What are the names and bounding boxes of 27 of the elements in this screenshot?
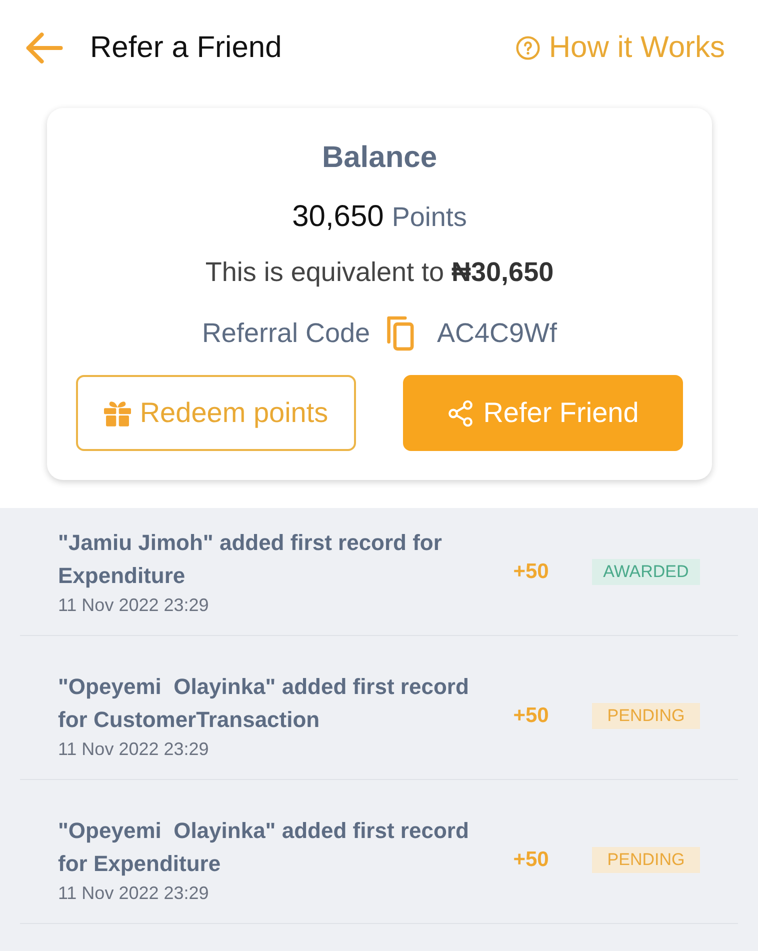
- points-earned: +50: [513, 848, 549, 872]
- status-badge: PENDING: [592, 703, 700, 729]
- equivalent-text: This is equivalent to ₦30,650: [205, 256, 554, 289]
- copy-icon[interactable]: [386, 315, 414, 351]
- points-value: 30,650: [292, 199, 384, 235]
- referral-code: AC4C9Wf: [437, 318, 558, 348]
- points-earned: +50: [513, 704, 549, 728]
- activity-description: "Jamiu Jimoh" added first record for Expenditure: [58, 529, 443, 590]
- activity-description: "Opeyemi Olayinka" added first record for Expenditure: [58, 817, 470, 878]
- refer-button[interactable]: Refer Friend: [403, 375, 683, 451]
- activity-description: "Opeyemi Olayinka" added first record for CustomerTransaction: [58, 673, 470, 734]
- gift-icon: [104, 400, 131, 426]
- how-it-works-link[interactable]: How it Works: [516, 31, 725, 65]
- status-badge: PENDING: [592, 847, 700, 873]
- activity-date: 11 Nov 2022 23:29: [58, 594, 210, 617]
- status-badge: AWARDED: [592, 559, 700, 585]
- activity-date: 11 Nov 2022 23:29: [58, 882, 210, 905]
- points-earned: +50: [513, 560, 549, 584]
- activity-date: 11 Nov 2022 23:29: [58, 738, 210, 761]
- balance-title: Balance: [322, 140, 438, 176]
- redeem-button[interactable]: Redeem points: [76, 375, 356, 451]
- back-arrow-icon[interactable]: [25, 31, 63, 65]
- points-unit: Points: [392, 201, 467, 234]
- share-icon: [447, 400, 474, 426]
- help-icon: [516, 36, 540, 60]
- referral-label: Referral Code: [202, 318, 370, 348]
- page-title: Refer a Friend: [90, 31, 282, 65]
